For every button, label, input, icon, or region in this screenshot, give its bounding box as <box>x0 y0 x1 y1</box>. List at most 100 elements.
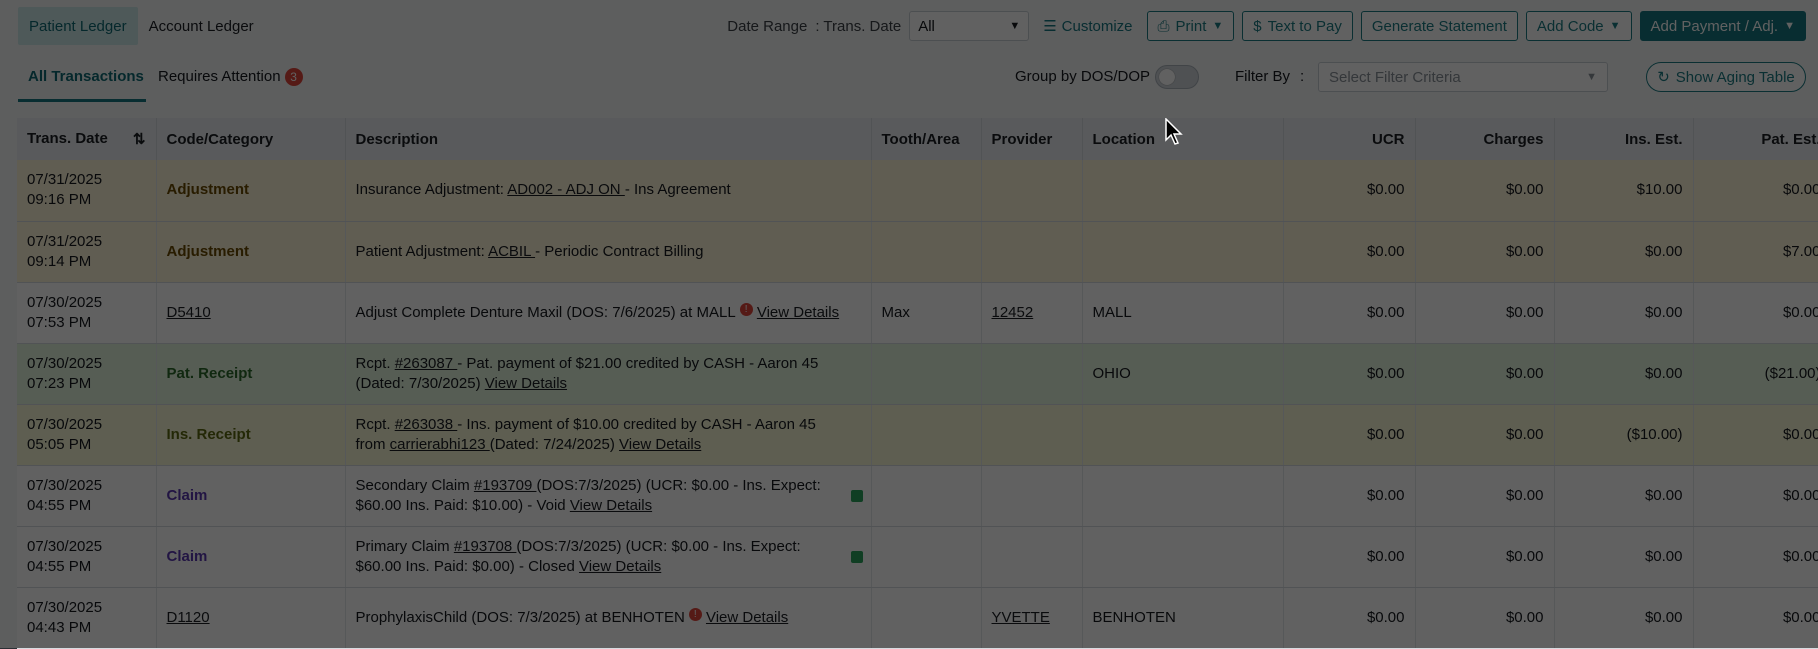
trans-date-cell: 07/30/2025 04:55 PM <box>17 526 157 588</box>
receipt-link[interactable]: #263038 <box>395 416 458 433</box>
view-details-link[interactable]: View Details <box>485 375 567 392</box>
pat-est-cell: $0.00 <box>1693 587 1818 649</box>
procedure-code-link[interactable]: D5410 <box>167 304 211 321</box>
provider-cell: YVETTE <box>981 587 1083 649</box>
ucr-cell: $0.00 <box>1283 465 1416 527</box>
provider-link[interactable]: 12452 <box>992 304 1034 321</box>
tooth-cell <box>871 343 982 405</box>
customize-button[interactable]: ☰ Customize <box>1037 17 1138 36</box>
sliders-icon: ☰ <box>1043 18 1057 35</box>
date-range-select[interactable]: All ▼ <box>909 11 1030 41</box>
pat-est-cell: $0.00 <box>1693 526 1818 588</box>
tab-requires-attention[interactable]: Requires Attention 3 <box>158 68 303 86</box>
category-cell: Pat. Receipt <box>156 343 346 405</box>
tooth-cell <box>871 526 982 588</box>
description-cell: Insurance Adjustment: AD002 - ADJ ON - I… <box>345 160 872 222</box>
transactions-table: Trans. Date ⇅ Code/Category Description T… <box>17 118 1818 649</box>
dollar-icon: $ <box>1253 17 1262 35</box>
view-details-link[interactable]: View Details <box>619 436 701 453</box>
col-trans-date-label: Trans. Date <box>27 130 108 147</box>
pat-est-cell: $0.00 <box>1693 282 1818 344</box>
col-provider: Provider <box>981 118 1083 160</box>
show-aging-table-button[interactable]: ↻ Show Aging Table <box>1646 62 1806 92</box>
trans-date: 07/31/2025 <box>27 171 103 189</box>
desc-text: - Periodic Contract Billing <box>535 242 704 260</box>
location-cell: BENHOTEN <box>1082 587 1284 649</box>
view-details-link[interactable]: View Details <box>706 609 788 626</box>
col-ins-est: Ins. Est. <box>1554 118 1694 160</box>
trans-time: 07:53 PM <box>27 313 92 331</box>
trans-date: 07/30/2025 <box>27 354 103 372</box>
location-cell <box>1082 221 1284 283</box>
trans-date: 07/30/2025 <box>27 293 103 311</box>
trans-date-label: : Trans. Date <box>815 17 902 35</box>
attention-count-badge: 3 <box>284 68 303 86</box>
carrier-link[interactable]: carrierabhi123 <box>390 436 490 453</box>
provider-cell <box>981 160 1083 222</box>
col-ucr: UCR <box>1283 118 1416 160</box>
active-tab-indicator <box>18 99 146 102</box>
view-details-link[interactable]: View Details <box>757 304 839 321</box>
ledger-app: Patient Ledger Account Ledger Date Range… <box>0 0 1818 649</box>
print-button[interactable]: ⎙ Print ▼ <box>1146 11 1235 41</box>
claim-link[interactable]: #193709 <box>474 477 537 494</box>
add-code-button[interactable]: Add Code ▼ <box>1525 11 1632 41</box>
add-payment-button[interactable]: Add Payment / Adj. ▼ <box>1639 11 1806 41</box>
trans-date-cell: 07/30/2025 05:05 PM <box>17 404 157 466</box>
pat-est-cell: $0.00 <box>1693 404 1818 466</box>
receipt-link[interactable]: #263087 <box>395 355 458 372</box>
charges-cell: $0.00 <box>1415 526 1555 588</box>
mouse-cursor-icon <box>1165 118 1183 145</box>
description-cell: Primary Claim #193708 (DOS:7/3/2025) (UC… <box>345 526 872 588</box>
claim-link[interactable]: #193708 <box>454 538 517 555</box>
col-pat-est: Pat. Est. <box>1693 118 1818 160</box>
table-row: 07/30/2025 07:23 PM Pat. Receipt Rcpt. #2… <box>17 343 1818 405</box>
provider-cell: 12452 <box>981 282 1083 344</box>
view-details-link[interactable]: View Details <box>579 558 661 575</box>
filter-criteria-select[interactable]: Select Filter Criteria ▼ <box>1318 62 1608 92</box>
desc-text: Rcpt. <box>355 354 395 372</box>
adjustment-code-link[interactable]: ACBIL <box>488 243 535 260</box>
print-label: Print <box>1175 17 1207 35</box>
description-cell: Rcpt. #263087 - Pat. payment of $21.00 c… <box>345 343 872 405</box>
trans-date: 07/31/2025 <box>27 232 103 250</box>
chevron-down-icon: ▼ <box>1212 20 1224 32</box>
sort-icon[interactable]: ⇅ <box>133 130 146 148</box>
tab-patient-ledger[interactable]: Patient Ledger <box>18 7 138 45</box>
desc-text: Insurance Adjustment: <box>355 181 508 199</box>
note-icon[interactable] <box>850 550 863 563</box>
tab-all-transactions[interactable]: All Transactions <box>28 68 144 85</box>
view-details-link[interactable]: View Details <box>570 497 652 514</box>
tooth-cell <box>871 404 982 466</box>
charges-cell: $0.00 <box>1415 465 1555 527</box>
desc-text: (Dated: 7/24/2025) <box>489 435 619 453</box>
desc-text: Secondary Claim <box>355 476 474 494</box>
ins-est-cell: $0.00 <box>1554 343 1694 405</box>
category-cell: Adjustment <box>156 221 346 283</box>
adjustment-code-link[interactable]: AD002 - ADJ ON <box>507 181 625 198</box>
category-cell: Ins. Receipt <box>156 404 346 466</box>
group-by-toggle[interactable] <box>1155 65 1199 89</box>
charges-cell: $0.00 <box>1415 404 1555 466</box>
col-trans-date[interactable]: Trans. Date ⇅ <box>17 118 157 160</box>
desc-text: (DOS:7/3/2025) (UCR: $0.00 - Ins. Expect… <box>516 537 801 555</box>
ucr-cell: $0.00 <box>1283 282 1416 344</box>
ucr-cell: $0.00 <box>1283 221 1416 283</box>
trans-time: 04:55 PM <box>27 557 92 575</box>
generate-statement-button[interactable]: Generate Statement <box>1360 11 1518 41</box>
procedure-code-link[interactable]: D1120 <box>167 609 210 626</box>
tab-account-ledger[interactable]: Account Ledger <box>138 7 265 45</box>
text-to-pay-button[interactable]: $ Text to Pay <box>1242 11 1353 41</box>
alert-icon: ! <box>688 607 702 621</box>
ins-est-cell: $0.00 <box>1554 526 1694 588</box>
trans-date-cell: 07/30/2025 07:23 PM <box>17 343 157 405</box>
table-row: 07/30/2025 04:55 PM Claim Secondary Claim… <box>17 465 1818 527</box>
top-toolbar: Patient Ledger Account Ledger Date Range… <box>0 0 1818 52</box>
trans-time: 09:14 PM <box>27 252 92 270</box>
col-code-category: Code/Category <box>156 118 346 160</box>
note-icon[interactable] <box>850 489 863 502</box>
trans-date-cell: 07/30/2025 04:55 PM <box>17 465 157 527</box>
ins-est-cell: $0.00 <box>1554 587 1694 649</box>
ins-est-cell: $0.00 <box>1554 221 1694 283</box>
provider-link[interactable]: YVETTE <box>992 609 1050 626</box>
